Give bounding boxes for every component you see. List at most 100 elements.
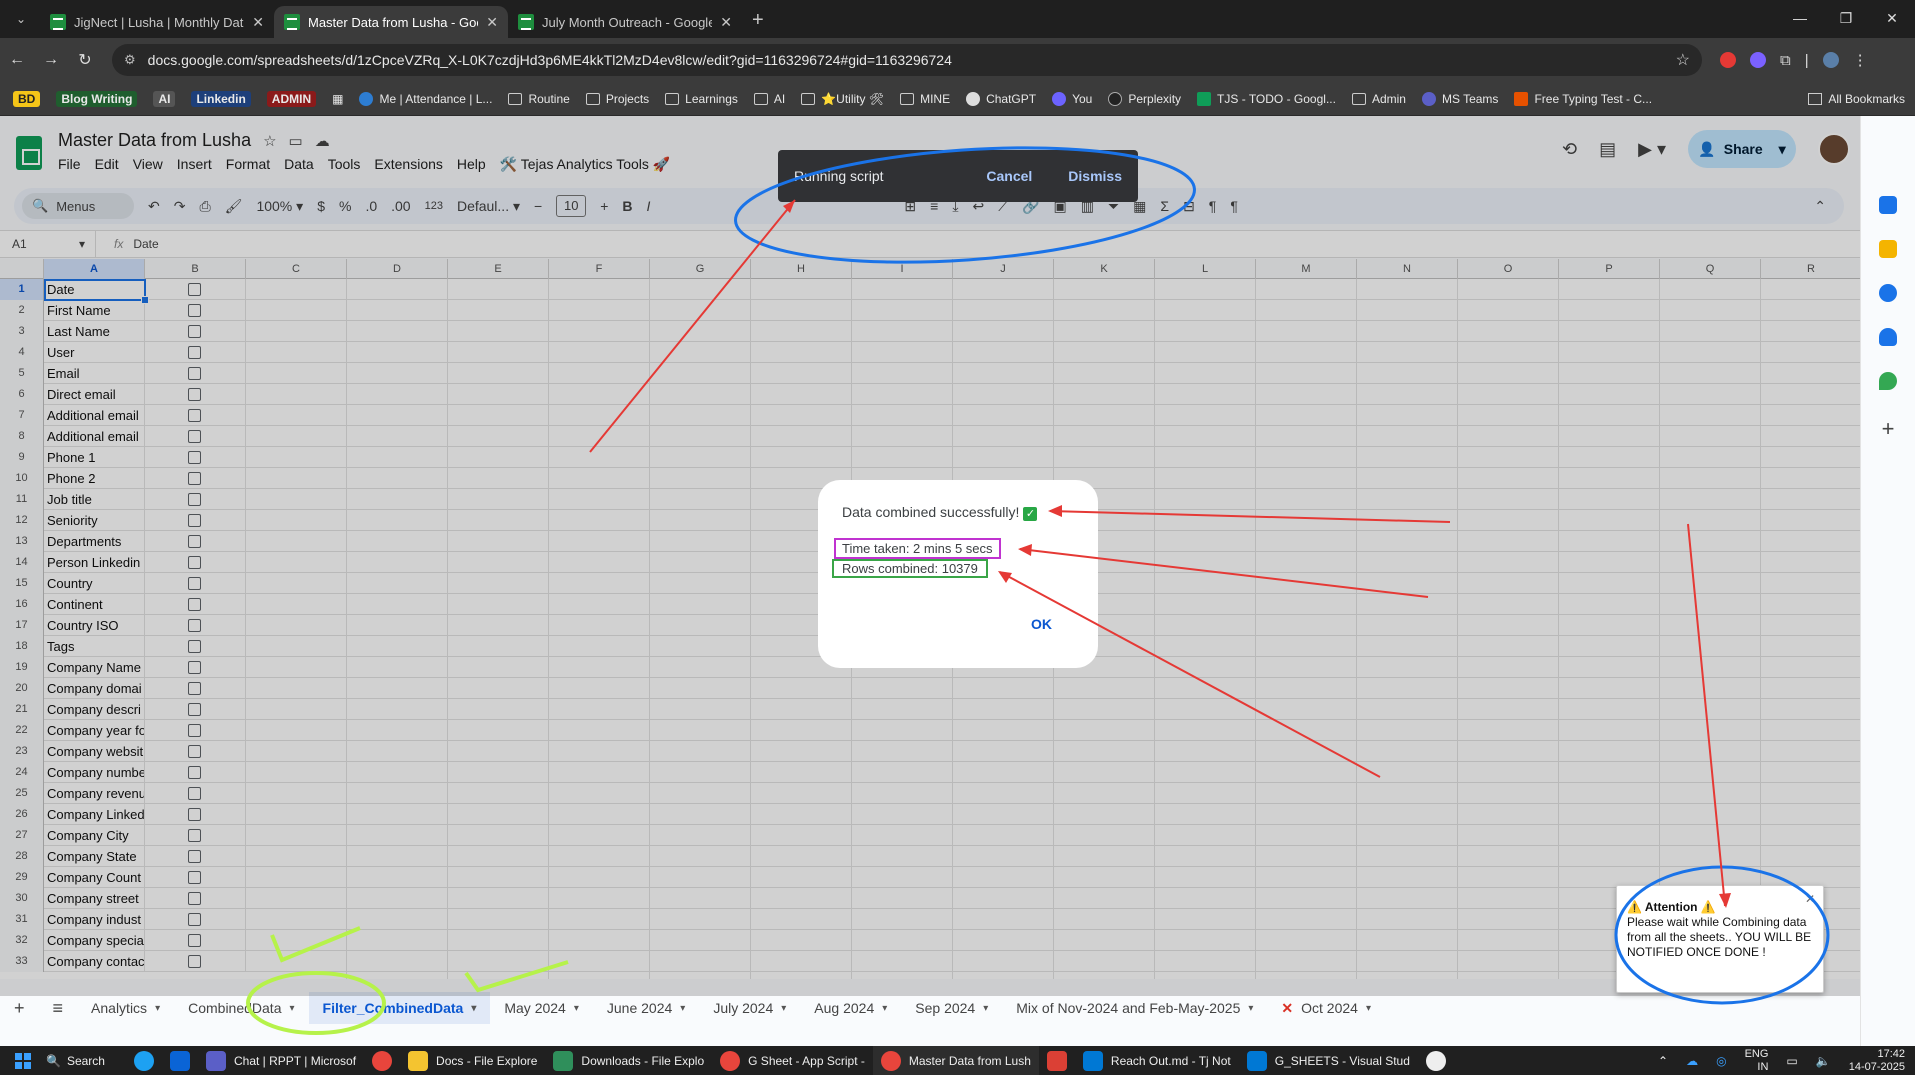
bookmark-ai[interactable]: AI (150, 87, 178, 111)
profile-avatar[interactable] (1822, 52, 1839, 68)
chevron-up-icon[interactable]: ⌃ (1658, 1054, 1668, 1068)
bookmark-folder-learnings[interactable]: Learnings (662, 87, 741, 111)
bookmark-folder-mine[interactable]: MINE (897, 87, 953, 111)
ok-button[interactable]: OK (1031, 616, 1052, 632)
sheet-tab-filter-combineddata[interactable]: Filter_CombinedData ▾ (308, 992, 491, 1024)
taskbar-app-gsheet-script[interactable]: G Sheet - App Script - (712, 1046, 873, 1075)
folder-icon (1351, 92, 1366, 105)
language-indicator[interactable]: ENG IN (1745, 1048, 1769, 1074)
app-tray-icon[interactable]: ◎ (1716, 1054, 1726, 1068)
bookmark-folder-routine[interactable]: Routine (505, 87, 572, 111)
sheet-tab-analytics[interactable]: Analytics ▾ (77, 992, 174, 1024)
todoist-icon[interactable] (1039, 1046, 1075, 1075)
sheet-tab-june-2024[interactable]: June 2024 ▾ (593, 992, 699, 1024)
calendar-icon[interactable] (1879, 196, 1897, 214)
sheet-tab-aug-2024[interactable]: Aug 2024 ▾ (800, 992, 901, 1024)
extensions-puzzle-icon[interactable]: ⧉ (1780, 52, 1791, 69)
sheet-tab-mix-nov-feb-may[interactable]: Mix of Nov-2024 and Feb-May-2025 ▾ (1002, 992, 1267, 1024)
add-addon-icon[interactable]: + (1882, 416, 1895, 442)
minimize-icon[interactable]: — (1777, 10, 1823, 26)
folder-icon (1808, 92, 1823, 105)
extension-icon[interactable] (1720, 52, 1736, 68)
bookmark-perplexity[interactable]: Perplexity (1105, 87, 1184, 111)
taskbar-app-downloads[interactable]: Downloads - File Explo (545, 1046, 712, 1075)
close-window-icon[interactable]: ✕ (1869, 10, 1915, 27)
todoist-logo (1046, 1050, 1067, 1071)
browser-menu-icon[interactable]: ⋮ (1853, 51, 1868, 69)
bookmark-typing-test[interactable]: Free Typing Test - C... (1511, 87, 1655, 111)
attention-toast: ✕ ⚠️ Attention ⚠️ Please wait while Comb… (1616, 885, 1824, 993)
bookmark-chatgpt[interactable]: ChatGPT (963, 87, 1039, 111)
taskbar-app-reach-out[interactable]: Reach Out.md - Tj Not (1075, 1046, 1239, 1075)
bookmark-linkedin[interactable]: Linkedin (188, 87, 253, 111)
folder-icon (900, 92, 915, 105)
bookmark-tjs-todo[interactable]: TJS - TODO - Googl... (1194, 87, 1339, 111)
all-sheets-icon[interactable]: ≡ (39, 992, 78, 1024)
extension-icon[interactable] (1750, 52, 1766, 68)
network-icon[interactable]: ▭ (1786, 1054, 1797, 1068)
taskbar-app-master-data[interactable]: Master Data from Lush (872, 1046, 1039, 1075)
sheet-tab-july-2024[interactable]: July 2024 ▾ (699, 992, 800, 1024)
side-panel: + (1860, 116, 1915, 1046)
taskbar-app-docs-explorer[interactable]: Docs - File Explore (400, 1046, 545, 1075)
add-sheet-icon[interactable]: + (0, 992, 39, 1024)
restore-icon[interactable]: ❐ (1823, 10, 1869, 27)
bookmark-folder-utility[interactable]: ⭐Utility 🛠 (798, 87, 887, 111)
maps-icon[interactable] (1879, 372, 1897, 390)
bookmark-attendance[interactable]: Me | Attendance | L... (356, 87, 495, 111)
close-tab-icon[interactable]: ✕ (252, 14, 264, 31)
back-icon[interactable]: ← (0, 51, 34, 69)
bookmark-folder-ai[interactable]: AI (751, 87, 788, 111)
bookmark-folder-admin[interactable]: Admin (1349, 87, 1409, 111)
sheet-tab-combineddata[interactable]: CombinedData ▾ (174, 992, 308, 1024)
site-info-icon[interactable]: ⚙ (124, 52, 136, 68)
link-icon (359, 91, 374, 106)
clock[interactable]: 17:42 14-07-2025 (1849, 1048, 1905, 1074)
github-icon[interactable] (1418, 1046, 1454, 1075)
chrome-logo (372, 1050, 393, 1071)
new-tab-button[interactable]: + (752, 9, 764, 32)
bookmark-admin-chip[interactable]: ADMIN (264, 87, 319, 111)
edge-icon[interactable] (126, 1046, 162, 1075)
forward-icon[interactable]: → (34, 51, 68, 69)
search-icon: 🔍 (46, 1053, 61, 1068)
url-input[interactable]: ⚙ docs.google.com/spreadsheets/d/1zCpceV… (112, 44, 1702, 76)
tab-search-icon[interactable]: ⌄ (8, 6, 34, 32)
bookmark-folder-projects[interactable]: Projects (583, 87, 652, 111)
chrome-icon[interactable] (364, 1046, 400, 1075)
browser-tab-3[interactable]: July Month Outreach - Google ✕ (508, 6, 742, 38)
bookmark-ms-teams[interactable]: MS Teams (1419, 87, 1501, 111)
windows-start-icon[interactable] (10, 1048, 36, 1074)
cancel-button[interactable]: Cancel (986, 168, 1032, 184)
all-bookmarks[interactable]: All Bookmarks (1808, 92, 1905, 106)
close-tab-icon[interactable]: ✕ (720, 14, 732, 31)
bookmark-blog-writing[interactable]: Blog Writing (53, 87, 140, 111)
dismiss-button[interactable]: Dismiss (1068, 168, 1122, 184)
divider: | (1804, 51, 1809, 69)
outlook-icon[interactable] (162, 1046, 198, 1075)
bookmark-star-icon[interactable]: ☆ (1676, 50, 1690, 70)
close-icon[interactable]: ✕ (1805, 892, 1815, 907)
browser-tab-1[interactable]: JigNect | Lusha | Monthly Data ✕ (40, 6, 274, 38)
taskbar-app-teams[interactable]: Chat | RPPT | Microsof (198, 1046, 364, 1075)
tasks-icon[interactable] (1879, 284, 1897, 302)
onedrive-icon[interactable]: ☁ (1686, 1054, 1698, 1068)
close-tab-icon[interactable]: ✕ (486, 14, 498, 31)
apps-grid-icon[interactable]: ▦ (329, 87, 346, 111)
sheet-tab-sep-2024[interactable]: Sep 2024 ▾ (901, 992, 1002, 1024)
taskbar-search[interactable]: 🔍 Search (46, 1054, 126, 1068)
sheet-tab-oct-2024[interactable]: ✕ Oct 2024 ▾ (1267, 992, 1385, 1024)
sheets-icon (1197, 91, 1212, 106)
folder-icon (665, 92, 680, 105)
sheet-tab-may-2024[interactable]: May 2024 ▾ (490, 992, 593, 1024)
taskbar-app-gsheets-vscode[interactable]: G_SHEETS - Visual Stud (1239, 1046, 1418, 1075)
reload-icon[interactable]: ↻ (68, 50, 102, 70)
volume-icon[interactable]: 🔈 (1816, 1054, 1831, 1068)
bookmark-bd[interactable]: BD (10, 87, 43, 111)
bookmark-you[interactable]: You (1049, 87, 1095, 111)
browser-tab-2[interactable]: Master Data from Lusha - Goog ✕ (274, 6, 508, 38)
contacts-icon[interactable] (1879, 328, 1897, 346)
keep-icon[interactable] (1879, 240, 1897, 258)
extensions-area: ⧉ | ⋮ (1720, 51, 1868, 69)
window-controls: — ❐ ✕ (1777, 0, 1915, 36)
